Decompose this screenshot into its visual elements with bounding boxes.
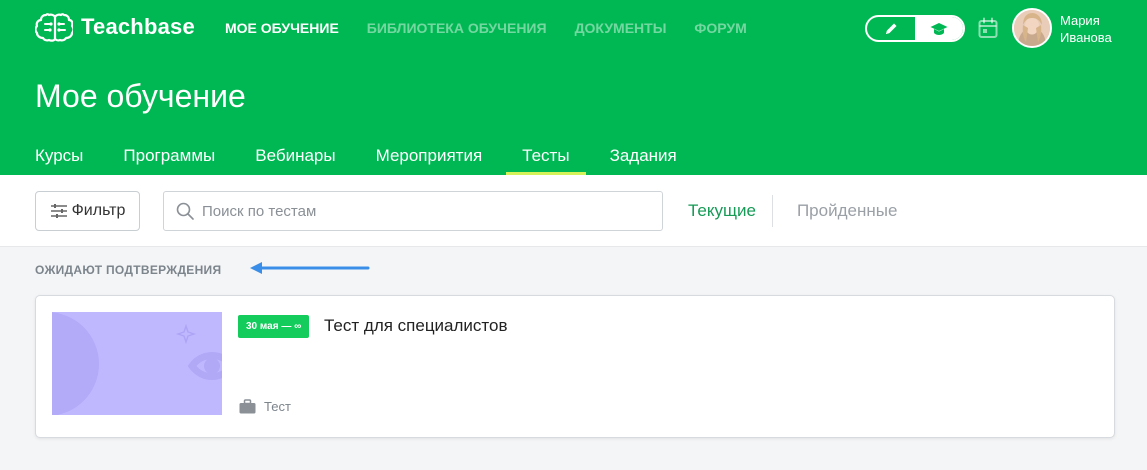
topnav-my-learning[interactable]: МОЕ ОБУЧЕНИЕ [225, 20, 339, 36]
status-divider [771, 195, 773, 227]
tab-events[interactable]: Мероприятия [376, 136, 483, 175]
graduation-cap-icon [930, 22, 948, 35]
tab-tests[interactable]: Тесты [506, 136, 587, 175]
user-last-name: Иванова [1060, 30, 1112, 45]
top-navigation: МОЕ ОБУЧЕНИЕ БИБЛИОТЕКА ОБУЧЕНИЯ ДОКУМЕН… [225, 20, 747, 36]
sliders-icon [50, 204, 67, 218]
tab-webinars[interactable]: Вебинары [255, 136, 335, 175]
date-badge: 30 мая — ∞ [238, 315, 310, 338]
brand-logo[interactable]: Teachbase [35, 12, 195, 42]
page-title: Мое обучение [35, 78, 246, 114]
tab-assignments[interactable]: Задания [610, 136, 677, 175]
user-photo [1014, 10, 1050, 46]
brand-name: Teachbase [81, 14, 195, 39]
mode-toggle [865, 15, 965, 42]
user-name[interactable]: Мария Иванова [1060, 12, 1112, 46]
filter-button[interactable]: Фильтр [35, 191, 140, 231]
test-title[interactable]: Тест для специалистов [324, 316, 508, 336]
status-tab-current[interactable]: Текущие [688, 201, 756, 221]
search-input[interactable] [202, 202, 642, 220]
brain-logo-icon [35, 13, 73, 42]
thumbnail-art [52, 312, 222, 415]
status-tab-completed[interactable]: Пройденные [797, 201, 897, 221]
test-type: Тест [239, 399, 291, 414]
filter-label: Фильтр [71, 202, 126, 219]
status-tabs: Текущие Пройденные [688, 191, 897, 231]
search-box [163, 191, 663, 231]
edit-mode-button[interactable] [867, 17, 915, 40]
topnav-forum[interactable]: ФОРУМ [694, 20, 746, 36]
test-type-label: Тест [264, 399, 291, 414]
tab-courses[interactable]: Курсы [35, 136, 83, 175]
section-heading: ОЖИДАЮТ ПОДТВЕРЖДЕНИЯ [35, 263, 222, 277]
test-thumbnail [52, 312, 222, 415]
pencil-icon [886, 23, 897, 34]
test-card[interactable]: 30 мая — ∞ Тест для специалистов Тест [35, 295, 1115, 438]
learner-mode-button[interactable] [915, 17, 963, 40]
briefcase-icon [239, 399, 256, 414]
tab-programs[interactable]: Программы [123, 136, 215, 175]
annotation-arrow-icon [250, 262, 370, 274]
toolbar: Фильтр Текущие Пройденные [0, 175, 1147, 247]
content-tabs: Курсы Программы Вебинары Мероприятия Тес… [35, 136, 717, 175]
header: Teachbase МОЕ ОБУЧЕНИЕ БИБЛИОТЕКА ОБУЧЕН… [0, 0, 1147, 175]
avatar[interactable] [1012, 8, 1052, 48]
calendar-icon[interactable] [978, 17, 998, 39]
user-first-name: Мария [1060, 13, 1100, 28]
search-icon [176, 202, 194, 220]
topnav-library[interactable]: БИБЛИОТЕКА ОБУЧЕНИЯ [367, 20, 547, 36]
topnav-documents[interactable]: ДОКУМЕНТЫ [575, 20, 667, 36]
